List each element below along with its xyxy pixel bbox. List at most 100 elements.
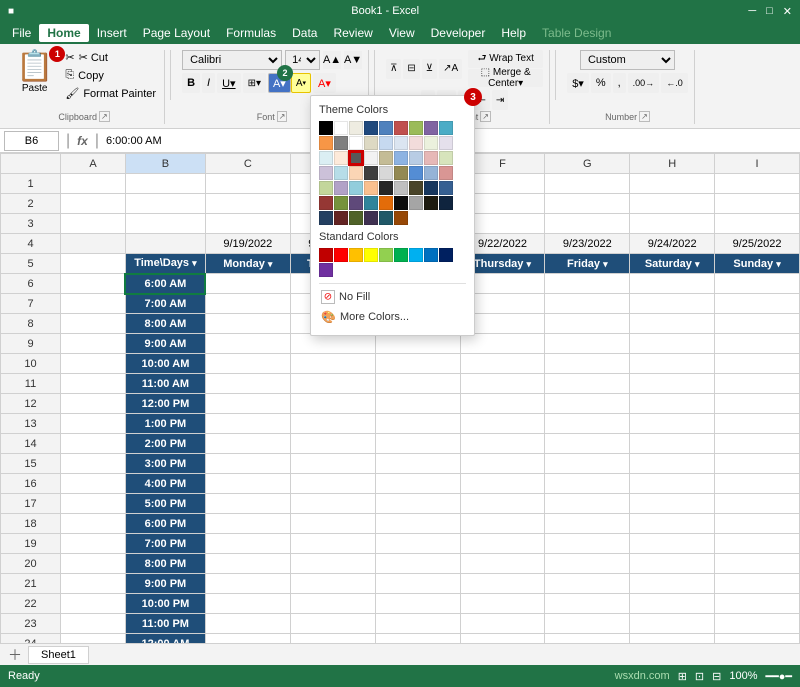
- borders-button[interactable]: ⊞▾: [243, 73, 266, 93]
- theme-swatch-23[interactable]: [394, 151, 408, 165]
- standard-swatch-4[interactable]: [379, 248, 393, 262]
- cell-r13-c6[interactable]: [545, 414, 630, 434]
- theme-swatch-40[interactable]: [379, 181, 393, 195]
- align-top-btn[interactable]: ⊼: [386, 59, 401, 79]
- cell-r21-c8[interactable]: [715, 574, 800, 594]
- cell-r24-c8[interactable]: [715, 634, 800, 644]
- col-b[interactable]: B: [125, 154, 205, 174]
- standard-swatch-8[interactable]: [439, 248, 453, 262]
- theme-swatch-29[interactable]: [349, 166, 363, 180]
- cell-r17-c8[interactable]: [715, 494, 800, 514]
- merge-center-btn[interactable]: ⬚ Merge & Center▾: [468, 69, 543, 87]
- cell-r24-c2[interactable]: [205, 634, 290, 644]
- wrap-text-btn[interactable]: ⮐ Wrap Text: [468, 50, 543, 68]
- cell-r24-c4[interactable]: [375, 634, 460, 644]
- theme-swatch-19[interactable]: [334, 151, 348, 165]
- cell-r17-c6[interactable]: [545, 494, 630, 514]
- time-cell-22[interactable]: 10:00 PM: [125, 594, 205, 614]
- cell-r9-c8[interactable]: [715, 334, 800, 354]
- time-cell-21[interactable]: 9:00 PM: [125, 574, 205, 594]
- cell-r8-a[interactable]: [61, 314, 126, 334]
- cell-r12-c5[interactable]: [460, 394, 545, 414]
- cell-r12-c3[interactable]: [290, 394, 375, 414]
- cell-r9-c5[interactable]: [460, 334, 545, 354]
- time-cell-24[interactable]: 12:00 AM: [125, 634, 205, 644]
- cell-r16-c5[interactable]: [460, 474, 545, 494]
- cell-r14-c8[interactable]: [715, 434, 800, 454]
- day-header-cell-7[interactable]: Saturday ▾: [630, 254, 715, 274]
- theme-swatch-53[interactable]: [439, 196, 453, 210]
- percent-btn[interactable]: %: [591, 73, 611, 93]
- cell-r12-c8[interactable]: [715, 394, 800, 414]
- cell-r6-a[interactable]: [61, 274, 126, 294]
- cell-r16-a[interactable]: [61, 474, 126, 494]
- cell-r14-c5[interactable]: [460, 434, 545, 454]
- cell-r1-c7[interactable]: [630, 174, 715, 194]
- standard-swatch-6[interactable]: [409, 248, 423, 262]
- cell-r7-c8[interactable]: [715, 294, 800, 314]
- theme-swatch-8[interactable]: [439, 121, 453, 135]
- time-cell-20[interactable]: 8:00 PM: [125, 554, 205, 574]
- cell-r3-c0[interactable]: [61, 214, 126, 234]
- cell-r9-c4[interactable]: [375, 334, 460, 354]
- theme-swatch-43[interactable]: [424, 181, 438, 195]
- day-header-cell-0[interactable]: [61, 254, 126, 274]
- align-bottom-btn[interactable]: ⊻: [422, 59, 437, 79]
- cell-r9-c2[interactable]: [205, 334, 290, 354]
- day-header-cell-8[interactable]: Sunday ▾: [715, 254, 800, 274]
- cell-r19-c4[interactable]: [375, 534, 460, 554]
- cell-r22-c7[interactable]: [630, 594, 715, 614]
- cell-r13-c3[interactable]: [290, 414, 375, 434]
- cell-r23-c7[interactable]: [630, 614, 715, 634]
- cell-r18-c2[interactable]: [205, 514, 290, 534]
- clipboard-expand-icon[interactable]: ↗: [99, 111, 110, 122]
- standard-swatch-5[interactable]: [394, 248, 408, 262]
- cell-r12-c6[interactable]: [545, 394, 630, 414]
- cell-r11-c4[interactable]: [375, 374, 460, 394]
- theme-swatch-25[interactable]: [424, 151, 438, 165]
- menu-formulas[interactable]: Formulas: [218, 24, 284, 42]
- cell-r22-c8[interactable]: [715, 594, 800, 614]
- theme-swatch-34[interactable]: [424, 166, 438, 180]
- cell-r16-c3[interactable]: [290, 474, 375, 494]
- cell-r11-c5[interactable]: [460, 374, 545, 394]
- theme-swatch-36[interactable]: [319, 181, 333, 195]
- time-cell-9[interactable]: 9:00 AM: [125, 334, 205, 354]
- theme-swatch-5[interactable]: [394, 121, 408, 135]
- theme-swatch-46[interactable]: [334, 196, 348, 210]
- cell-r2-c7[interactable]: [630, 194, 715, 214]
- cell-r17-c7[interactable]: [630, 494, 715, 514]
- cell-r15-a[interactable]: [61, 454, 126, 474]
- underline-button[interactable]: U▾: [217, 73, 240, 93]
- date-cell-7[interactable]: 9/24/2022: [630, 234, 715, 254]
- cell-r23-c2[interactable]: [205, 614, 290, 634]
- cell-r16-c6[interactable]: [545, 474, 630, 494]
- theme-swatch-49[interactable]: [379, 196, 393, 210]
- cell-r16-c2[interactable]: [205, 474, 290, 494]
- date-cell-0[interactable]: [61, 234, 126, 254]
- cell-r20-c2[interactable]: [205, 554, 290, 574]
- theme-swatch-7[interactable]: [424, 121, 438, 135]
- cell-r18-c3[interactable]: [290, 514, 375, 534]
- cell-r18-c7[interactable]: [630, 514, 715, 534]
- cell-r19-c6[interactable]: [545, 534, 630, 554]
- cell-r10-c3[interactable]: [290, 354, 375, 374]
- highlight-color-button[interactable]: A ▾: [291, 73, 311, 93]
- maximize-btn[interactable]: □: [766, 5, 773, 18]
- cell-r20-c4[interactable]: [375, 554, 460, 574]
- cell-r21-a[interactable]: [61, 574, 126, 594]
- theme-swatch-14[interactable]: [394, 136, 408, 150]
- theme-swatch-47[interactable]: [349, 196, 363, 210]
- theme-swatch-22[interactable]: [379, 151, 393, 165]
- cell-r19-c8[interactable]: [715, 534, 800, 554]
- theme-swatch-27[interactable]: [319, 166, 333, 180]
- theme-swatch-31[interactable]: [379, 166, 393, 180]
- cell-r1-c1[interactable]: [125, 174, 205, 194]
- no-fill-option[interactable]: ⊘ No Fill: [319, 283, 466, 307]
- cell-r9-c7[interactable]: [630, 334, 715, 354]
- cell-r19-c2[interactable]: [205, 534, 290, 554]
- theme-swatch-11[interactable]: [349, 136, 363, 150]
- cell-r10-c8[interactable]: [715, 354, 800, 374]
- cell-r1-c8[interactable]: [715, 174, 800, 194]
- theme-swatch-24[interactable]: [409, 151, 423, 165]
